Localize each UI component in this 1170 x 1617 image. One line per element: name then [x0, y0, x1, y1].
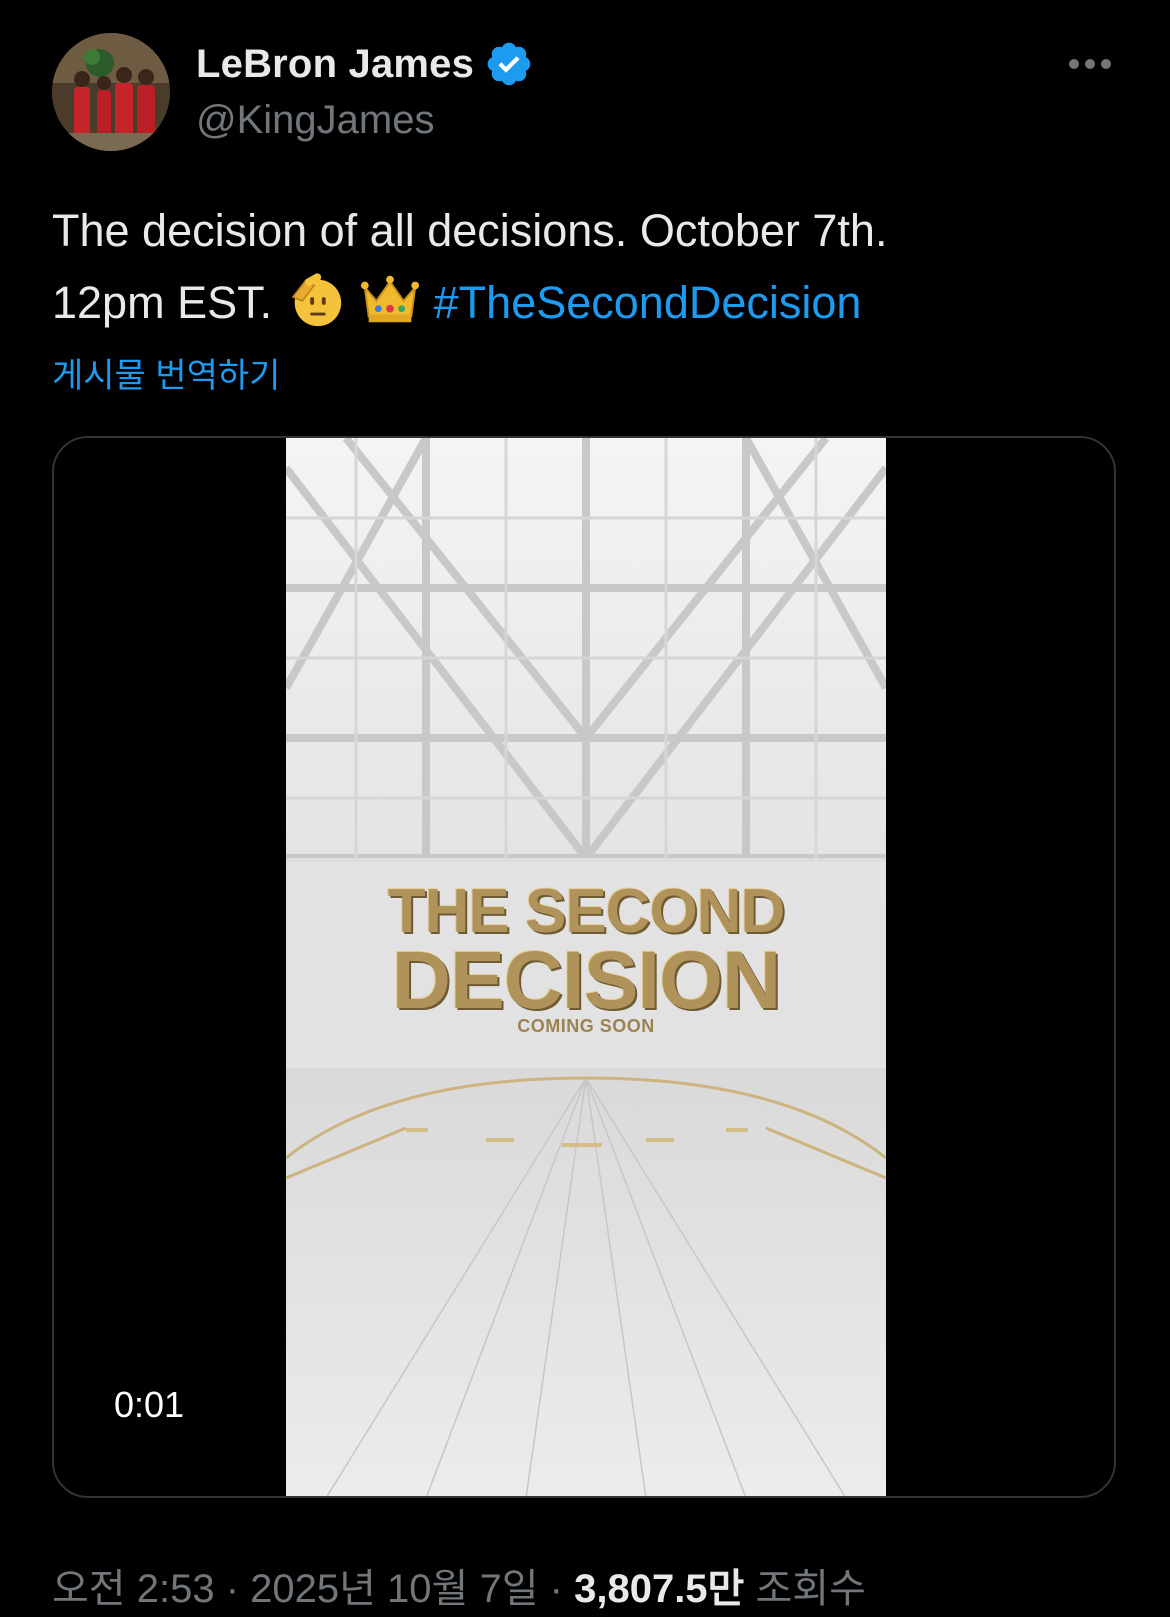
display-name[interactable]: LeBron James: [196, 42, 474, 87]
post-date[interactable]: 2025년 10월 7일: [250, 1567, 538, 1611]
translate-post-link[interactable]: 게시물 번역하기: [52, 348, 280, 397]
saluting-face-icon: [285, 268, 347, 330]
more-dots-icon: [1069, 59, 1111, 69]
video-elapsed-time: 0:01: [114, 1384, 185, 1425]
tweet-meta: 오전 2:53 · 2025년 10월 7일 · 3,807.5만 조회수: [52, 1556, 866, 1614]
tweet-text-line-1: The decision of all decisions. October 7…: [52, 205, 888, 256]
meta-separator: ·: [549, 1567, 563, 1611]
avatar[interactable]: [52, 33, 170, 151]
crown-icon: [359, 268, 421, 330]
tweet-text: The decision of all decisions. October 7…: [52, 195, 1132, 339]
more-options-button[interactable]: [1060, 48, 1120, 80]
verified-badge-icon[interactable]: [484, 39, 534, 89]
hashtag-link[interactable]: #TheSecondDecision: [434, 277, 862, 328]
user-handle[interactable]: @KingJames: [196, 98, 434, 143]
video-title-line-2: DECISION: [391, 935, 781, 1026]
post-time[interactable]: 오전 2:53: [52, 1567, 215, 1611]
tweet-text-line-2: 12pm EST.: [52, 277, 273, 328]
video-player[interactable]: THE SECOND DECISION COMING SOON: [286, 438, 886, 1496]
views-label[interactable]: 조회수: [755, 1567, 865, 1611]
video-card[interactable]: THE SECOND DECISION COMING SOON 0:01: [52, 436, 1116, 1498]
views-count[interactable]: 3,807.5만: [574, 1567, 744, 1611]
video-subtitle: COMING SOON: [517, 1016, 655, 1036]
meta-separator: ·: [225, 1567, 240, 1611]
